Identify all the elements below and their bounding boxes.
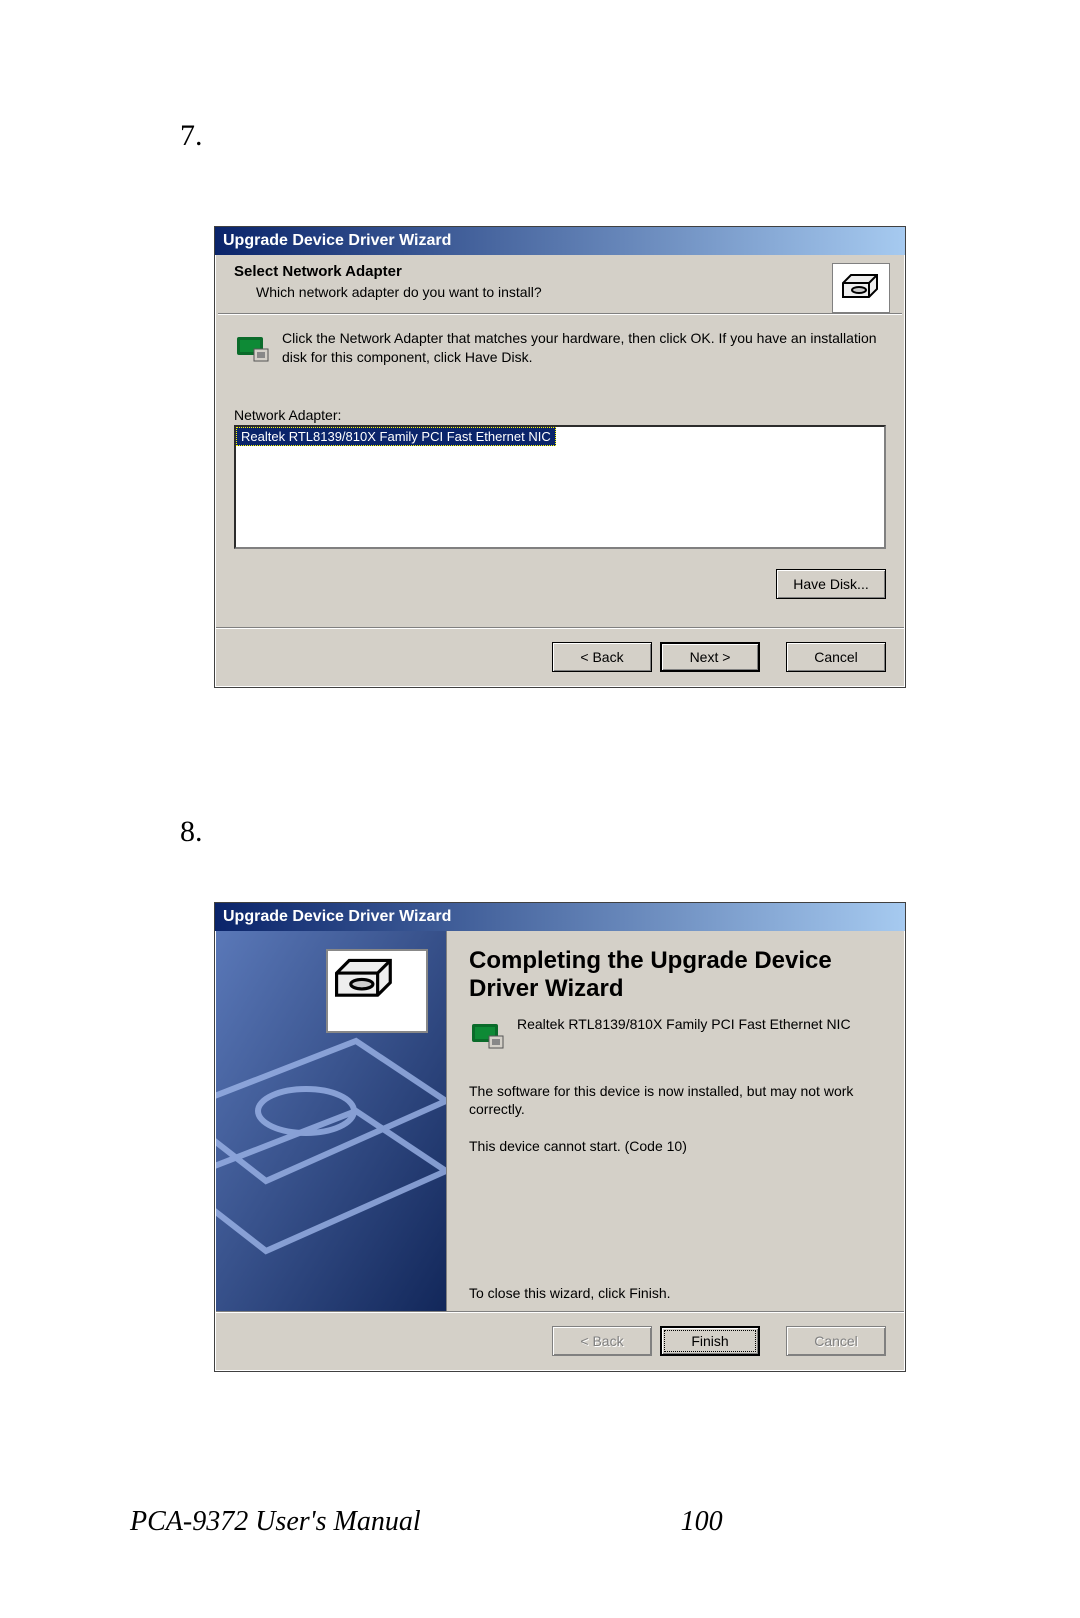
cancel-button-disabled: Cancel: [786, 1326, 886, 1356]
dialog2-heading: Completing the Upgrade Device Driver Wiz…: [469, 947, 882, 1002]
install-message-2: This device cannot start. (Code 10): [469, 1137, 882, 1155]
dialog-select-adapter: Upgrade Device Driver Wizard Select Netw…: [215, 227, 905, 687]
spacer: [469, 1173, 882, 1285]
dialog1-instruction: Click the Network Adapter that matches y…: [282, 329, 886, 367]
install-message-1: The software for this device is now inst…: [469, 1082, 882, 1118]
manual-title: PCA-9372 User's Manual: [130, 1506, 421, 1538]
dialog1-subheading: Which network adapter do you want to ins…: [256, 284, 542, 300]
have-disk-button[interactable]: Have Disk...: [776, 569, 886, 599]
dialog1-title: Upgrade Device Driver Wizard: [223, 232, 451, 250]
page-footer: PCA-9372 User's Manual 100: [130, 1506, 950, 1538]
dialog2-title: Upgrade Device Driver Wizard: [223, 908, 451, 926]
adapter-listbox[interactable]: Realtek RTL8139/810X Family PCI Fast Eth…: [234, 425, 886, 549]
page-number: 100: [681, 1506, 723, 1538]
hardware-icon: [234, 329, 270, 365]
step-number-7: 7.: [180, 119, 203, 153]
dialog2-titlebar: Upgrade Device Driver Wizard: [215, 903, 905, 931]
device-icon: [326, 949, 428, 1033]
finish-button[interactable]: Finish: [660, 1326, 760, 1356]
hardware-icon: [469, 1016, 505, 1052]
step-number-8: 8.: [180, 815, 203, 849]
spacer: [768, 1326, 778, 1356]
list-label: Network Adapter:: [234, 407, 886, 423]
close-hint: To close this wizard, click Finish.: [469, 1285, 882, 1301]
dialog-completing: Upgrade Device Driver Wizard C: [215, 903, 905, 1371]
back-button[interactable]: < Back: [552, 642, 652, 672]
spacer: [768, 642, 778, 672]
next-button[interactable]: Next >: [660, 642, 760, 672]
cancel-button[interactable]: Cancel: [786, 642, 886, 672]
dialog1-titlebar: Upgrade Device Driver Wizard: [215, 227, 905, 255]
back-button-disabled: < Back: [552, 1326, 652, 1356]
adapter-list-item[interactable]: Realtek RTL8139/810X Family PCI Fast Eth…: [236, 427, 556, 446]
dialog1-heading: Select Network Adapter: [234, 263, 542, 280]
product-name: Realtek RTL8139/810X Family PCI Fast Eth…: [517, 1016, 851, 1032]
device-icon: [832, 263, 890, 313]
wizard-banner: [216, 931, 447, 1311]
